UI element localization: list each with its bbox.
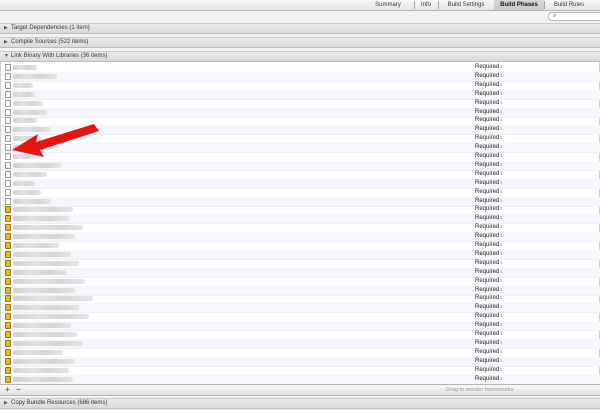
red-arrow-icon bbox=[12, 124, 99, 157]
